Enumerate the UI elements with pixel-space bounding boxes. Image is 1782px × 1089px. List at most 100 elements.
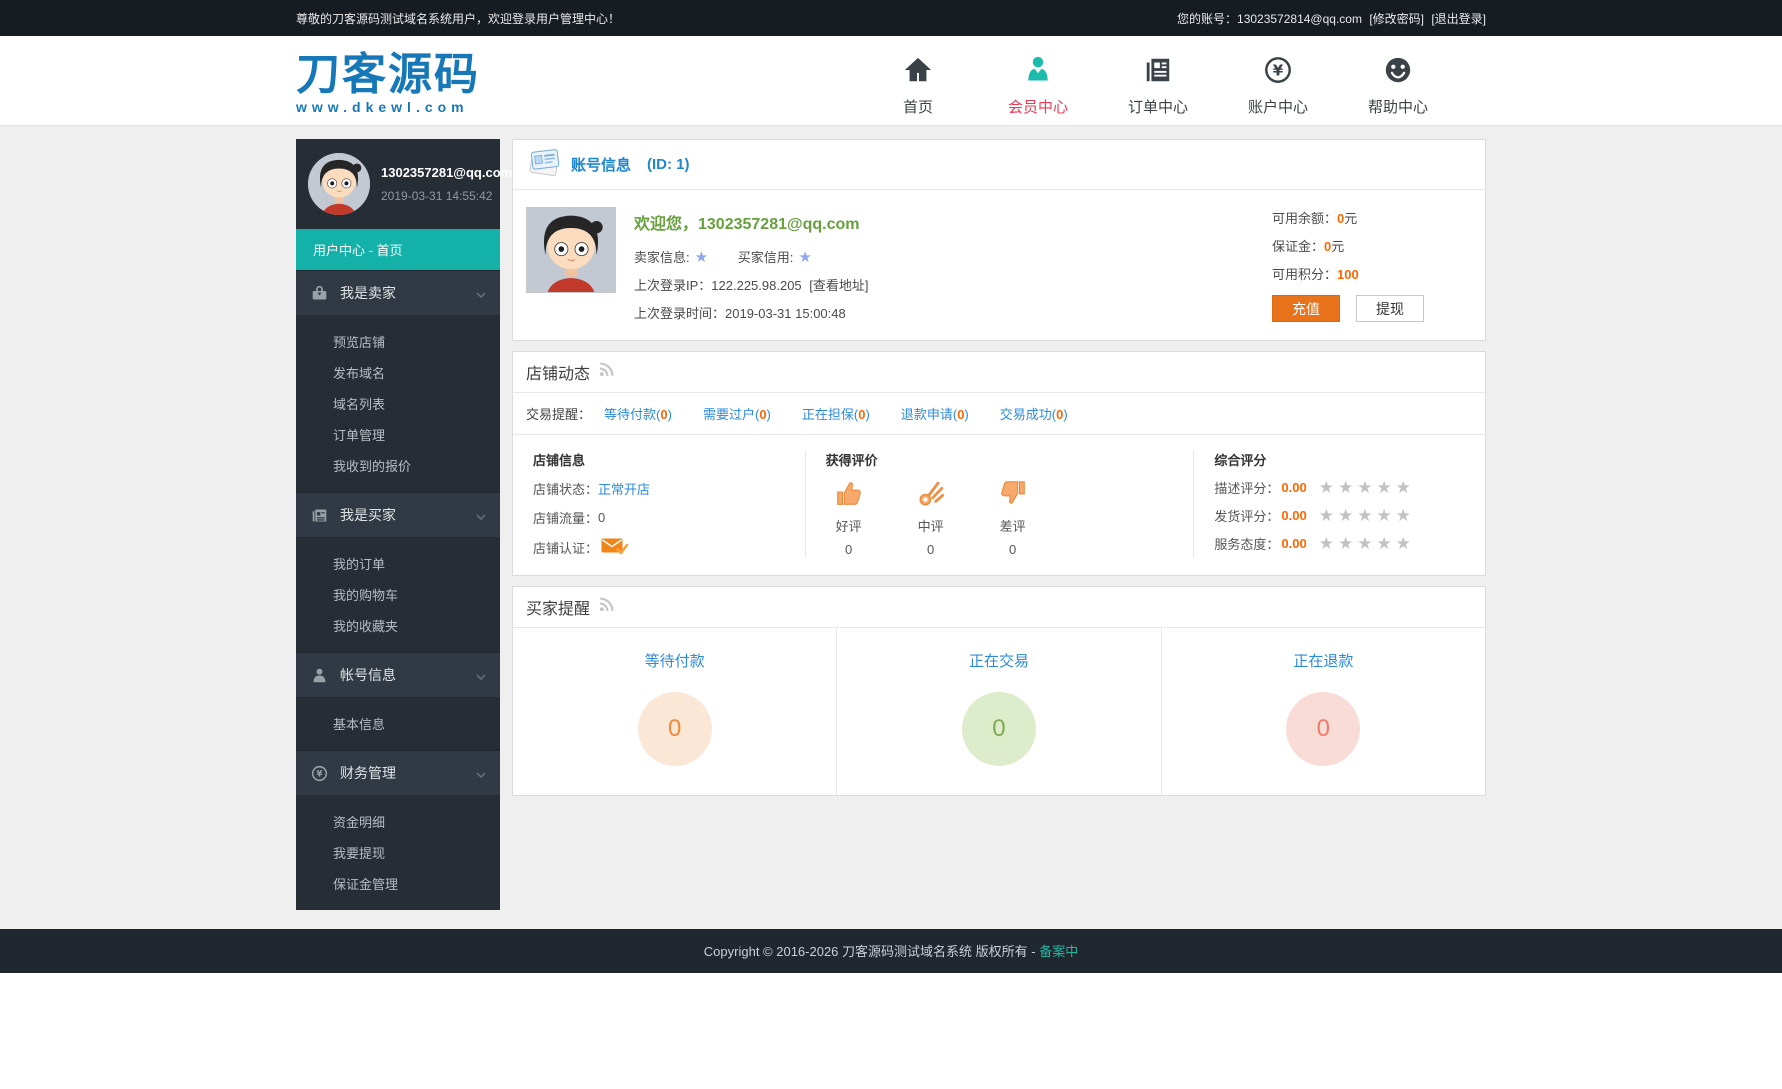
briefcase-icon <box>310 285 328 302</box>
shop-info-title: 店铺信息 <box>533 450 785 469</box>
sidebar-section-seller[interactable]: 我是卖家 <box>296 270 500 315</box>
account-label: 您的账号： <box>1177 12 1237 26</box>
sidebar-user-box: 1302357281@qq.com 2019-03-31 14:55:42 <box>296 139 500 229</box>
reminder-refund-request[interactable]: 退款申请(0) <box>901 404 969 423</box>
ratings-column: 获得评价 好评 0 <box>805 450 1194 558</box>
last-login-row: 上次登录时间：2019-03-31 15:00:48 <box>634 303 1272 322</box>
svg-text:¥: ¥ <box>316 769 322 779</box>
topbar-account-area: 您的账号：13023572814@qq.com [修改密码] [退出登录] <box>1177 10 1486 27</box>
withdraw-button[interactable]: 提现 <box>1356 295 1424 322</box>
topbar-welcome-text: 尊敬的刀客源码测试域名系统用户，欢迎登录用户管理中心！ <box>296 10 620 27</box>
change-password-link[interactable]: [修改密码] <box>1369 12 1424 26</box>
buyer-panel-body: 等待付款 0 正在交易 0 正在退款 0 <box>513 628 1485 795</box>
envelope-check-icon <box>601 537 628 558</box>
trade-reminder-row: 交易提醒： 等待付款(0) 需要过户(0) 正在担保(0) 退款申请(0) 交易… <box>513 393 1485 435</box>
reminder-in-escrow[interactable]: 正在担保(0) <box>802 404 870 423</box>
buyer-refunding-link[interactable]: 正在退款 <box>1293 650 1353 671</box>
last-ip-label: 上次登录IP： <box>634 278 711 293</box>
nav-item-member-center[interactable]: 会员中心 <box>992 45 1084 117</box>
last-login-label: 上次登录时间： <box>634 306 725 321</box>
shop-traffic-row: 店铺流量： 0 <box>533 508 785 527</box>
orders-icon <box>310 507 328 524</box>
shop-traffic-value: 0 <box>598 510 605 525</box>
ok-hand-icon <box>915 496 947 511</box>
balance-label: 可用余额： <box>1272 211 1337 226</box>
sidebar-item-withdraw[interactable]: 我要提现 <box>296 837 500 868</box>
nav-item-home[interactable]: 首页 <box>872 45 964 117</box>
main-nav: 首页 会员中心 订单中心 ¥ 账户中心 <box>872 45 1444 117</box>
logo-title: 刀客源码 <box>296 53 480 97</box>
credit-row: 卖家信息:★ 买家信用:★ <box>634 247 1272 266</box>
nav-item-order-center[interactable]: 订单中心 <box>1112 45 1204 117</box>
rating-bad: 差评 0 <box>990 478 1036 557</box>
shop-cert-row: 店铺认证： <box>533 537 785 558</box>
sidebar-item-basic-info[interactable]: 基本信息 <box>296 708 500 739</box>
recharge-button[interactable]: 充值 <box>1272 295 1340 322</box>
rating-stars: ★★★★★ <box>1319 479 1415 496</box>
shop-status-link[interactable]: 正常开店 <box>598 479 650 498</box>
profile-avatar <box>526 207 616 293</box>
points-value: 100 <box>1337 267 1359 282</box>
help-icon <box>1352 51 1444 85</box>
beian-link[interactable]: 备案中 <box>1039 944 1078 959</box>
score-service-row: 服务态度： 0.00 ★★★★★ <box>1214 534 1465 553</box>
sidebar-user-date: 2019-03-31 14:55:42 <box>381 189 512 203</box>
sidebar-item-my-cart[interactable]: 我的购物车 <box>296 579 500 610</box>
account-panel-title: 账号信息 <box>571 154 631 175</box>
sidebar-section-account-info[interactable]: 帐号信息 <box>296 652 500 697</box>
view-address-link[interactable]: [查看地址] <box>809 278 868 293</box>
rss-icon <box>598 361 615 383</box>
footer: Copyright © 2016-2026 刀客源码测试域名系统 版权所有 - … <box>0 929 1782 973</box>
topbar: 尊敬的刀客源码测试域名系统用户，欢迎登录用户管理中心！ 您的账号：1302357… <box>0 0 1782 36</box>
last-login-value: 2019-03-31 15:00:48 <box>725 306 846 321</box>
welcome-text: 欢迎您，1302357281@qq.com <box>634 210 1272 234</box>
account-panel-header: 账号信息 (ID: 1) <box>513 140 1485 190</box>
ratings-title: 获得评价 <box>826 450 1174 469</box>
buyer-waiting-payment-link[interactable]: 等待付款 <box>645 650 705 671</box>
deposit-unit: 元 <box>1331 239 1344 254</box>
sidebar-item-publish-domain[interactable]: 发布域名 <box>296 357 500 388</box>
chevron-down-icon <box>476 765 486 781</box>
deposit-label: 保证金： <box>1272 239 1324 254</box>
sidebar-item-fund-details[interactable]: 资金明细 <box>296 806 500 837</box>
logout-link[interactable]: [退出登录] <box>1431 12 1486 26</box>
reminder-trade-success[interactable]: 交易成功(0) <box>1000 404 1068 423</box>
shop-info-column: 店铺信息 店铺状态： 正常开店 店铺流量： 0 店铺认证： <box>513 450 805 558</box>
sidebar-avatar <box>308 153 370 215</box>
header: 刀客源码 www.dkewl.com 首页 会员中心 订单中心 <box>0 36 1782 126</box>
shop-status-label: 店铺状态： <box>533 479 598 498</box>
nav-item-help-center[interactable]: 帮助中心 <box>1352 45 1444 117</box>
score-description-row: 描述评分： 0.00 ★★★★★ <box>1214 478 1465 497</box>
sidebar-item-deposit-manage[interactable]: 保证金管理 <box>296 868 500 899</box>
shop-dynamics-panel: 店铺动态 交易提醒： 等待付款(0) 需要过户(0) 正在担保(0) 退款申请(… <box>512 351 1486 576</box>
logo[interactable]: 刀客源码 www.dkewl.com <box>296 47 480 114</box>
buyer-trading-link[interactable]: 正在交易 <box>969 650 1029 671</box>
chevron-down-icon <box>476 507 486 523</box>
id-card-icon <box>526 147 562 182</box>
sidebar-item-received-offers[interactable]: 我收到的报价 <box>296 450 500 481</box>
sidebar-user-email: 1302357281@qq.com <box>381 165 512 180</box>
sidebar-item-preview-shop[interactable]: 预览店铺 <box>296 326 500 357</box>
sidebar-item-domain-list[interactable]: 域名列表 <box>296 388 500 419</box>
content: 账号信息 (ID: 1) 欢迎您，1302357281@qq.com 卖家信息:… <box>512 139 1486 806</box>
chevron-down-icon <box>476 285 486 301</box>
rss-icon <box>598 596 615 618</box>
shop-status-row: 店铺状态： 正常开店 <box>533 479 785 498</box>
buyer-trading-cell: 正在交易 0 <box>837 628 1161 795</box>
last-ip-row: 上次登录IP：122.225.98.205 [查看地址] <box>634 275 1272 294</box>
copyright-text: Copyright © 2016-2026 刀客源码测试域名系统 版权所有 - <box>704 944 1039 959</box>
trade-reminder-label: 交易提醒： <box>526 404 591 423</box>
sidebar-section-buyer[interactable]: 我是买家 <box>296 492 500 537</box>
sidebar-section-finance[interactable]: ¥ 财务管理 <box>296 750 500 795</box>
sidebar-item-order-manage[interactable]: 订单管理 <box>296 419 500 450</box>
star-icon: ★ <box>695 249 708 266</box>
reminder-need-transfer[interactable]: 需要过户(0) <box>703 404 771 423</box>
buyer-panel-title: 买家提醒 <box>526 595 590 619</box>
sidebar-item-user-center-home[interactable]: 用户中心 - 首页 <box>296 229 500 270</box>
account-info-panel: 账号信息 (ID: 1) 欢迎您，1302357281@qq.com 卖家信息:… <box>512 139 1486 341</box>
reminder-waiting-payment[interactable]: 等待付款(0) <box>604 404 672 423</box>
shop-cert-label: 店铺认证： <box>533 538 598 557</box>
sidebar-item-my-orders[interactable]: 我的订单 <box>296 548 500 579</box>
sidebar-item-my-favorites[interactable]: 我的收藏夹 <box>296 610 500 641</box>
nav-item-account-center[interactable]: ¥ 账户中心 <box>1232 45 1324 117</box>
